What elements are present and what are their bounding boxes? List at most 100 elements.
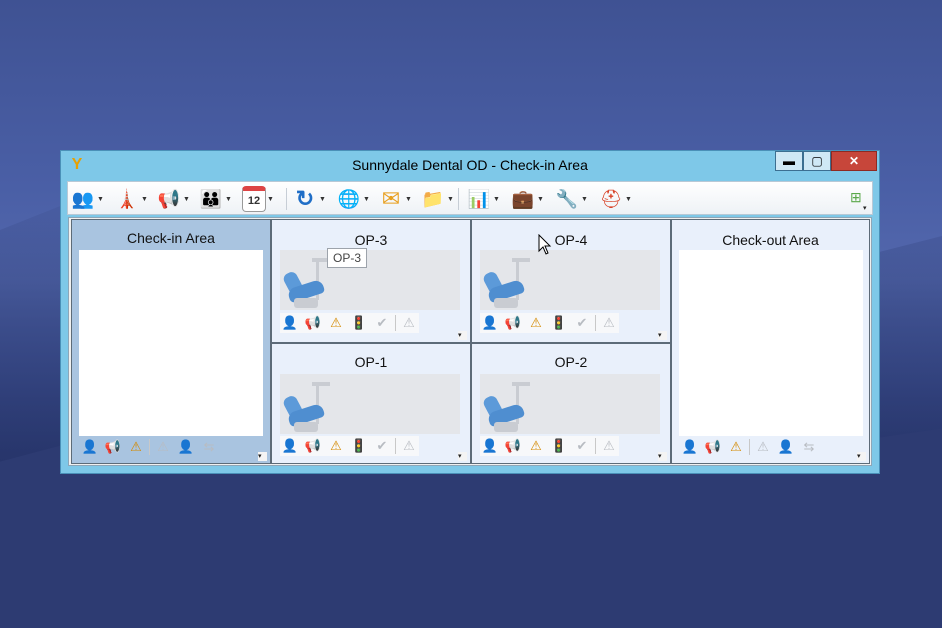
pane-scroll-icon[interactable]: ▾ — [658, 331, 667, 340]
dental-chair-image — [280, 250, 460, 310]
icon-separator — [595, 438, 596, 454]
internet-button[interactable]: 🌐 ▼ — [336, 185, 371, 213]
person-icon[interactable]: 👤 — [680, 438, 700, 456]
dropdown-arrow-icon[interactable]: ▼ — [493, 196, 501, 203]
checkout-list[interactable] — [679, 250, 863, 436]
tower-icon: 🗼 — [115, 188, 139, 209]
person-icon[interactable]: 👤 — [480, 437, 500, 455]
announce-button[interactable]: 📢 ▼ — [156, 185, 191, 213]
pane-icon-bar: 👤 📢 ⚠ 🚦 ✔ ⚠ — [280, 436, 419, 456]
maximize-button[interactable]: ▢ — [803, 151, 831, 171]
dropdown-arrow-icon[interactable]: ▼ — [447, 196, 455, 203]
folder-button[interactable]: 📁 ▼ — [420, 185, 455, 213]
person-icon[interactable]: 👤 — [80, 438, 100, 456]
op4-pane[interactable]: OP-4 👤 📢 ⚠ 🚦 ✔ ⚠ ▾ — [471, 219, 671, 343]
warning-icon[interactable]: ⚠ — [526, 437, 546, 455]
wrench-icon: 🔧 — [555, 188, 579, 209]
app-window: Y Sunnydale Dental OD - Check-in Area ▬ … — [60, 150, 880, 474]
briefcase-button[interactable]: 💼 ▼ — [510, 185, 545, 213]
patients-button[interactable]: 👥 ▼ — [70, 185, 105, 213]
pane-icon-bar: 👤 📢 ⚠ 🚦 ✔ ⚠ — [280, 313, 419, 333]
traffic-light-icon[interactable]: 🚦 — [349, 437, 369, 455]
warning-disabled-icon: ⚠ — [403, 315, 415, 330]
dropdown-arrow-icon[interactable]: ▼ — [183, 196, 191, 203]
traffic-light-icon[interactable]: 🚦 — [549, 314, 569, 332]
person-icon[interactable]: 👤 — [480, 314, 500, 332]
warning-disabled-icon: ⚠ — [157, 439, 169, 454]
title-bar[interactable]: Y Sunnydale Dental OD - Check-in Area ▬ … — [61, 151, 879, 179]
close-button[interactable]: ✕ — [831, 151, 877, 171]
icon-separator — [149, 439, 150, 455]
dropdown-arrow-icon[interactable]: ▼ — [537, 196, 545, 203]
dropdown-arrow-icon[interactable]: ▼ — [225, 196, 233, 203]
op3-pane[interactable]: OP-3 👤 📢 ⚠ 🚦 ✔ ⚠ ▾ — [271, 219, 471, 343]
pane-scroll-icon[interactable]: ▾ — [458, 331, 467, 340]
dental-chair-image — [280, 374, 460, 434]
checkin-list[interactable] — [79, 250, 263, 436]
icon-separator — [749, 439, 750, 455]
check-icon: ✔ — [576, 438, 588, 453]
refresh-button[interactable]: ↻ ▼ — [292, 185, 327, 213]
dropdown-arrow-icon[interactable]: ▼ — [581, 196, 589, 203]
calendar-button[interactable]: 12 ▼ — [242, 185, 275, 213]
dropdown-arrow-icon[interactable]: ▼ — [97, 196, 105, 203]
person-icon[interactable]: 👤 — [280, 314, 300, 332]
tooltip: OP-3 — [327, 248, 368, 268]
transfer-icon: ⇆ — [203, 439, 215, 454]
person-icon[interactable]: 👤 — [280, 437, 300, 455]
dropdown-arrow-icon[interactable]: ▼ — [405, 196, 413, 203]
check-icon: ✔ — [376, 315, 388, 330]
megaphone-icon[interactable]: 📢 — [503, 314, 523, 332]
pane-title: OP-2 — [554, 354, 588, 370]
mail-button[interactable]: ✉ ▼ — [378, 185, 413, 213]
staff-button[interactable]: 👪 ▼ — [198, 185, 233, 213]
tools-button[interactable]: 🔧 ▼ — [554, 185, 589, 213]
folder-icon: 📁 — [421, 188, 445, 209]
checkout-pane[interactable]: Check-out Area 👤 📢 ⚠ ⚠ 👤 ⇆ ▾ — [671, 219, 870, 464]
megaphone-icon[interactable]: 📢 — [103, 438, 123, 456]
person-disabled-icon: 👤 — [177, 439, 195, 454]
broadcast-button[interactable]: 🗼 ▼ — [114, 185, 149, 213]
warning-disabled-icon: ⚠ — [757, 439, 769, 454]
megaphone-icon[interactable]: 📢 — [503, 437, 523, 455]
mail-icon: ✉ — [381, 186, 401, 211]
dropdown-arrow-icon[interactable]: ▼ — [363, 196, 371, 203]
warning-icon[interactable]: ⚠ — [326, 437, 346, 455]
warning-icon[interactable]: ⚠ — [726, 438, 746, 456]
pane-scroll-icon[interactable]: ▾ — [258, 452, 267, 461]
pane-scroll-icon[interactable]: ▾ — [458, 452, 467, 461]
pane-icon-bar: 👤 📢 ⚠ 🚦 ✔ ⚠ — [480, 313, 619, 333]
workspace-area: Check-in Area 👤 📢 ⚠ ⚠ 👤 ⇆ ▾ OP-3 👤 📢 ⚠ 🚦 — [68, 217, 872, 466]
megaphone-icon[interactable]: 📢 — [703, 438, 723, 456]
checkin-pane[interactable]: Check-in Area 👤 📢 ⚠ ⚠ 👤 ⇆ ▾ — [71, 219, 271, 464]
dropdown-arrow-icon[interactable]: ▼ — [319, 196, 327, 203]
pane-scroll-icon[interactable]: ▾ — [857, 452, 866, 461]
icon-separator — [595, 315, 596, 331]
megaphone-icon[interactable]: 📢 — [303, 314, 323, 332]
dental-chair-image — [480, 374, 660, 434]
warning-icon[interactable]: ⚠ — [126, 438, 146, 456]
pane-icon-bar: 👤 📢 ⚠ ⚠ 👤 ⇆ — [80, 437, 264, 457]
traffic-light-icon[interactable]: 🚦 — [349, 314, 369, 332]
calendar-icon: 12 — [242, 186, 266, 212]
help-button[interactable]: ⛑ ▼ — [598, 185, 633, 213]
megaphone-icon[interactable]: 📢 — [303, 437, 323, 455]
op2-pane[interactable]: OP-2 👤 📢 ⚠ 🚦 ✔ ⚠ ▾ — [471, 343, 671, 464]
patients-icon: 👥 — [71, 188, 95, 209]
op1-pane[interactable]: OP-1 👤 📢 ⚠ 🚦 ✔ ⚠ ▾ — [271, 343, 471, 464]
pane-title: Check-in Area — [127, 230, 215, 246]
mouse-cursor-icon — [538, 234, 552, 255]
dropdown-arrow-icon[interactable]: ▼ — [625, 196, 633, 203]
warning-icon[interactable]: ⚠ — [326, 314, 346, 332]
bar-chart-icon: 📊 — [467, 188, 491, 209]
toolbar-overflow-icon[interactable]: ▾ — [863, 205, 871, 213]
reports-button[interactable]: 📊 ▼ — [466, 185, 501, 213]
megaphone-icon: 📢 — [157, 188, 181, 209]
check-icon: ✔ — [376, 438, 388, 453]
warning-icon[interactable]: ⚠ — [526, 314, 546, 332]
traffic-light-icon[interactable]: 🚦 — [549, 437, 569, 455]
dropdown-arrow-icon[interactable]: ▼ — [267, 196, 275, 203]
pane-scroll-icon[interactable]: ▾ — [658, 452, 667, 461]
minimize-button[interactable]: ▬ — [775, 151, 803, 171]
dropdown-arrow-icon[interactable]: ▼ — [141, 196, 149, 203]
